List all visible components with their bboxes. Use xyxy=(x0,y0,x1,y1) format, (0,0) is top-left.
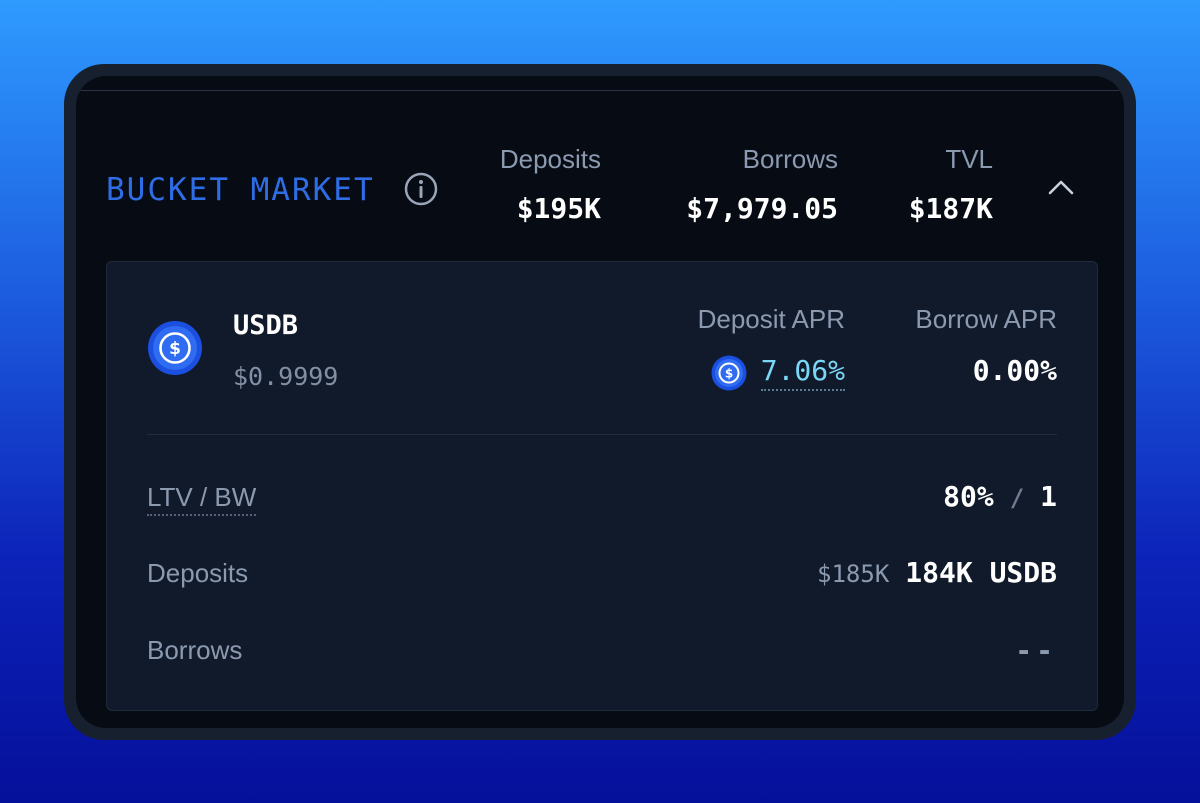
borrows-row-value: -- xyxy=(1015,634,1057,667)
market-frame: BUCKET MARKET Deposits $195K Borrows $7,… xyxy=(64,64,1136,740)
borrows-stat-value: $7,979.05 xyxy=(686,192,838,225)
ltv-separator: / xyxy=(1009,484,1025,512)
chevron-up-icon[interactable] xyxy=(1046,176,1076,198)
deposit-apr[interactable]: $ 7.06% xyxy=(711,354,845,391)
svg-text:$: $ xyxy=(725,366,733,380)
tvl-stat-value: $187K xyxy=(908,192,993,225)
svg-text:$: $ xyxy=(169,339,181,359)
deposits-stat-value: $195K xyxy=(516,192,601,225)
borrows-value: -- xyxy=(1015,634,1057,667)
asset-price: $0.9999 xyxy=(233,362,339,391)
asset-name: USDB xyxy=(233,310,299,341)
deposits-amount: 184K USDB xyxy=(905,556,1057,589)
card-divider xyxy=(147,434,1057,435)
usdb-dollar-coin-icon: $ xyxy=(148,321,202,375)
header-stat-borrows: Borrows $7,979.05 xyxy=(686,144,838,225)
header-stat-deposits: Deposits $195K xyxy=(500,144,601,225)
ltv-bw-value: 80% / 1 xyxy=(943,480,1057,513)
borrow-apr-value: 0.00% xyxy=(972,354,1057,387)
borrow-apr-label: Borrow APR xyxy=(915,304,1057,334)
market-title: BUCKET MARKET xyxy=(106,172,375,208)
deposit-apr-value[interactable]: 7.06% xyxy=(760,354,845,391)
header-stat-tvl: TVL $187K xyxy=(909,144,993,225)
market-panel: BUCKET MARKET Deposits $195K Borrows $7,… xyxy=(76,76,1124,728)
borrows-stat-label: Borrows xyxy=(742,144,838,174)
deposits-row-label: Deposits xyxy=(147,558,249,588)
deposits-stat-label: Deposits xyxy=(499,144,601,174)
ltv-bw-label[interactable]: LTV / BW xyxy=(147,482,257,516)
deposit-apr-label: Deposit APR xyxy=(697,304,845,334)
tvl-stat-label: TVL xyxy=(945,144,993,174)
deposits-usd: $185K xyxy=(817,560,890,588)
deposits-row-value: $185K 184K USDB xyxy=(817,556,1057,589)
borrows-row-label: Borrows xyxy=(147,635,243,665)
usdb-dollar-coin-icon: $ xyxy=(711,355,747,390)
top-divider xyxy=(76,90,1124,91)
bw-value: 1 xyxy=(1040,480,1057,513)
info-circle-icon[interactable] xyxy=(404,172,438,206)
asset-card: $ USDB $0.9999 Deposit APR Borrow APR $ … xyxy=(106,261,1098,711)
ltv-value: 80% xyxy=(943,480,994,513)
